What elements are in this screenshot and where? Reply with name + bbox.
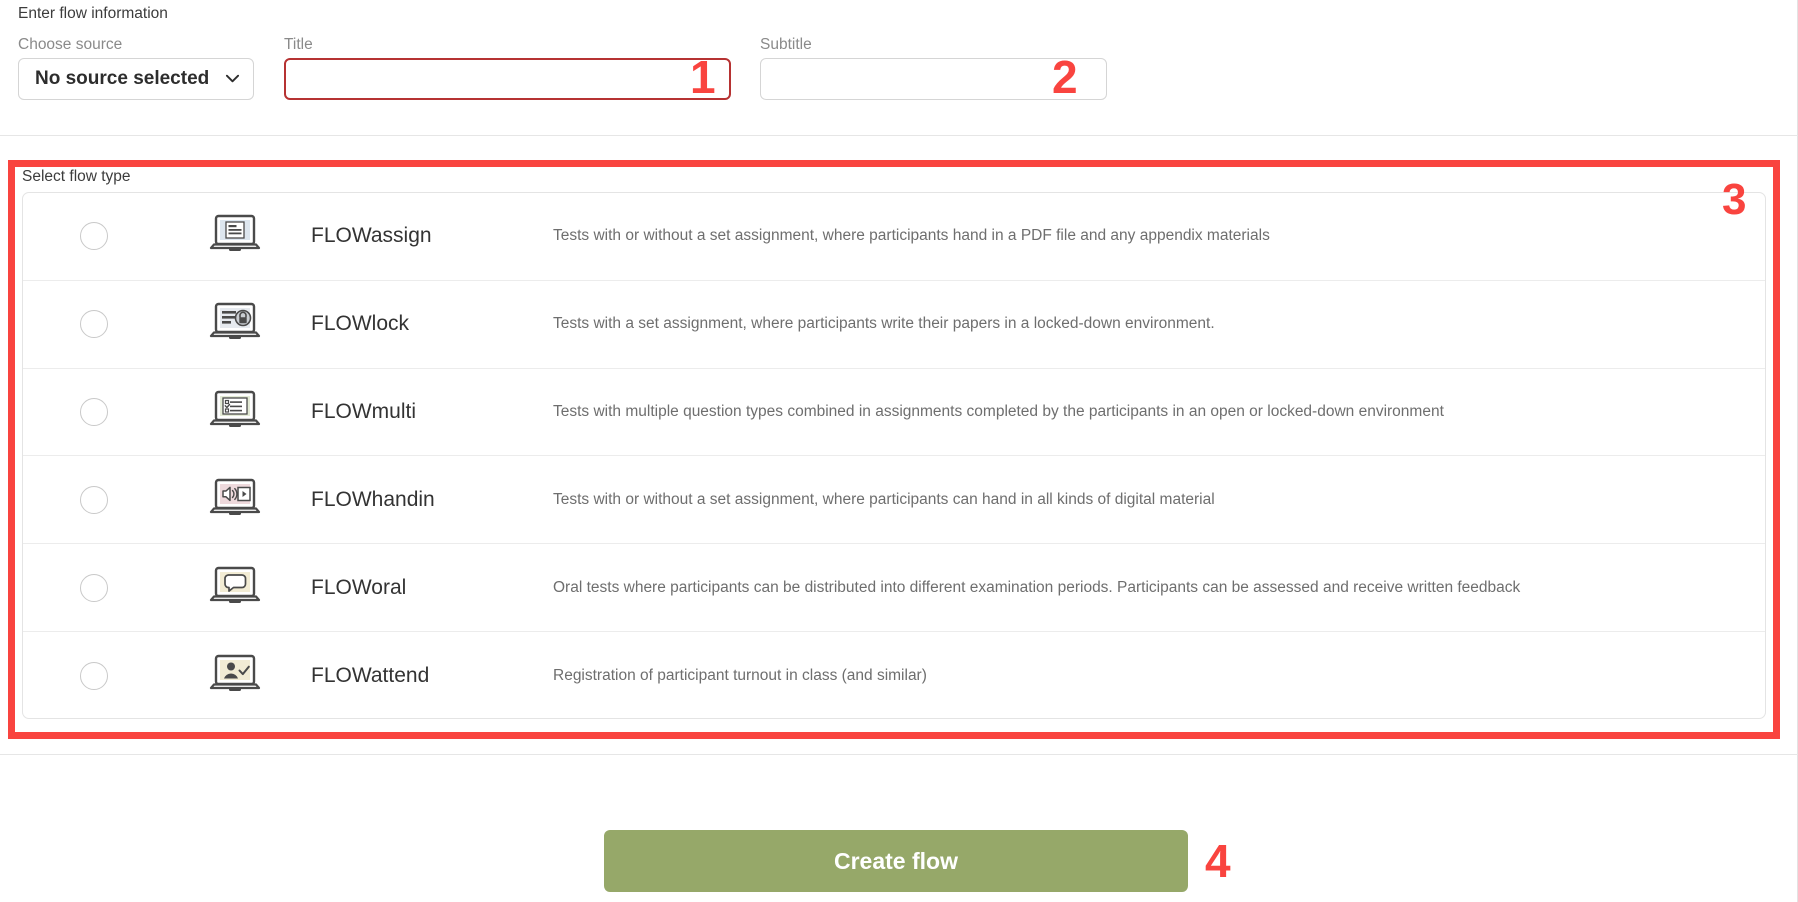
- flow-type-description: Tests with a set assignment, where parti…: [553, 315, 1215, 333]
- title-field: Title: [284, 36, 731, 100]
- flow-type-name: FLOWlock: [311, 312, 410, 336]
- radio-cell[interactable]: [23, 573, 165, 602]
- title-input[interactable]: [284, 58, 731, 100]
- choose-source-label: Choose source: [18, 36, 123, 53]
- create-flow-page: Enter flow information Choose source No …: [0, 0, 1798, 902]
- flow-type-list: FLOWassign Tests with or without a set a…: [22, 192, 1766, 719]
- flow-type-name: FLOWoral: [311, 575, 407, 599]
- flow-information-section: Enter flow information Choose source No …: [0, 0, 1798, 136]
- flow-type-description: Tests with or without a set assignment, …: [553, 490, 1215, 508]
- laptop-speech-bubble-icon: [165, 565, 305, 611]
- annotation-number-3: 3: [1722, 175, 1747, 224]
- radio-flowlock[interactable]: [80, 310, 108, 339]
- laptop-checklist-icon: [165, 389, 305, 435]
- laptop-person-check-icon: [165, 653, 305, 699]
- laptop-media-icon: [165, 477, 305, 523]
- radio-flowattend[interactable]: [80, 661, 108, 690]
- flow-type-description: Registration of participant turnout in c…: [553, 666, 927, 684]
- flow-type-caption: Select flow type: [22, 168, 131, 185]
- flow-type-row-flowhandin[interactable]: FLOWhandin Tests with or without a set a…: [23, 456, 1765, 545]
- annotation-number-1: 1: [690, 51, 716, 103]
- flow-type-row-flowmulti[interactable]: FLOWmulti Tests with multiple question t…: [23, 369, 1765, 457]
- annotation-number-4: 4: [1205, 835, 1231, 887]
- choose-source-field: Choose source No source selected: [18, 36, 254, 100]
- source-select-value[interactable]: No source selected: [18, 58, 254, 100]
- radio-cell[interactable]: [23, 397, 165, 426]
- flow-information-caption: Enter flow information: [18, 5, 168, 22]
- radio-floworal[interactable]: [80, 573, 108, 602]
- flow-type-description: Oral tests where participants can be dis…: [553, 578, 1521, 596]
- flow-type-name: FLOWattend: [311, 663, 430, 687]
- source-select[interactable]: No source selected: [18, 58, 254, 100]
- create-flow-button[interactable]: Create flow: [604, 830, 1188, 892]
- flow-type-name: FLOWhandin: [311, 487, 435, 511]
- flow-type-name: FLOWmulti: [311, 399, 416, 423]
- annotation-number-2: 2: [1052, 51, 1078, 103]
- flow-type-row-flowlock[interactable]: FLOWlock Tests with a set assignment, wh…: [23, 281, 1765, 369]
- laptop-document-icon: [165, 213, 305, 259]
- flow-type-row-floworal[interactable]: FLOWoral Oral tests where participants c…: [23, 544, 1765, 632]
- radio-cell[interactable]: [23, 661, 165, 690]
- flow-type-row-flowassign[interactable]: FLOWassign Tests with or without a set a…: [23, 193, 1765, 281]
- flow-type-row-flowattend[interactable]: FLOWattend Registration of participant t…: [23, 632, 1765, 718]
- radio-cell[interactable]: [23, 310, 165, 339]
- radio-cell[interactable]: [23, 485, 165, 514]
- title-label: Title: [284, 36, 313, 53]
- flow-type-description: Tests with multiple question types combi…: [553, 402, 1444, 420]
- flow-type-description: Tests with or without a set assignment, …: [553, 227, 1270, 245]
- radio-flowassign[interactable]: [80, 222, 108, 251]
- radio-flowmulti[interactable]: [80, 397, 108, 426]
- radio-cell[interactable]: [23, 222, 165, 251]
- laptop-lock-icon: [165, 301, 305, 347]
- radio-flowhandin[interactable]: [80, 485, 108, 514]
- flow-type-name: FLOWassign: [311, 224, 432, 248]
